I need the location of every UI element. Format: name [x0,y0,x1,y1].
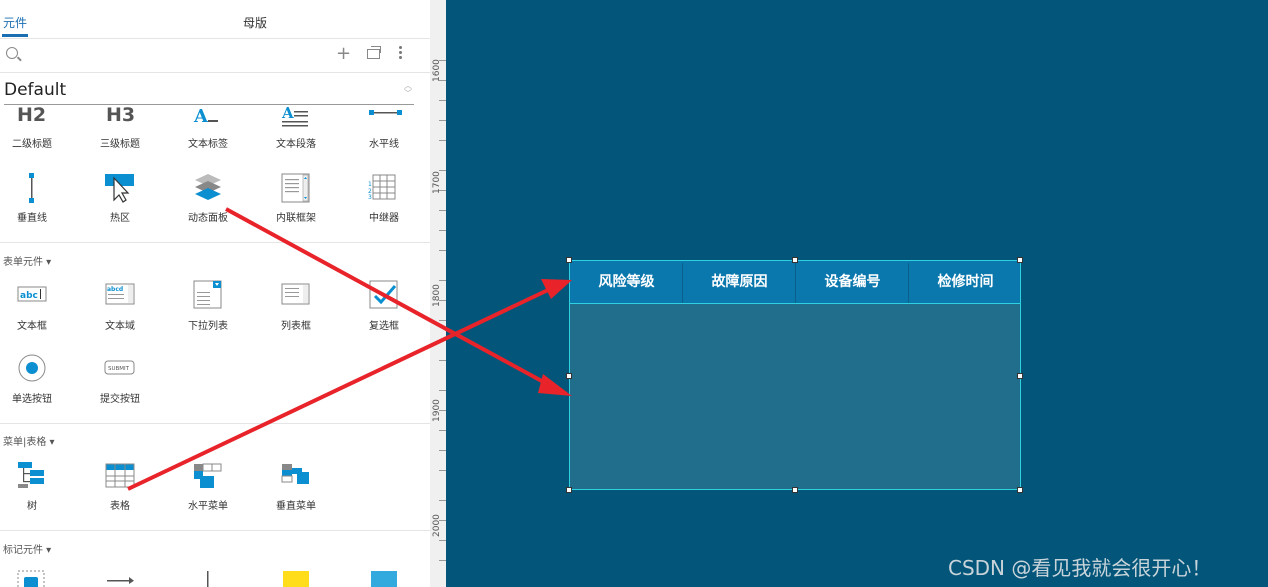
arrow-table-to-header [127,288,549,491]
watermark: CSDN @看见我就会很开心！ [948,556,1212,580]
arrowhead-icon [538,374,572,396]
arrow-panel-to-body [225,207,550,387]
annotation-arrows [127,207,572,491]
